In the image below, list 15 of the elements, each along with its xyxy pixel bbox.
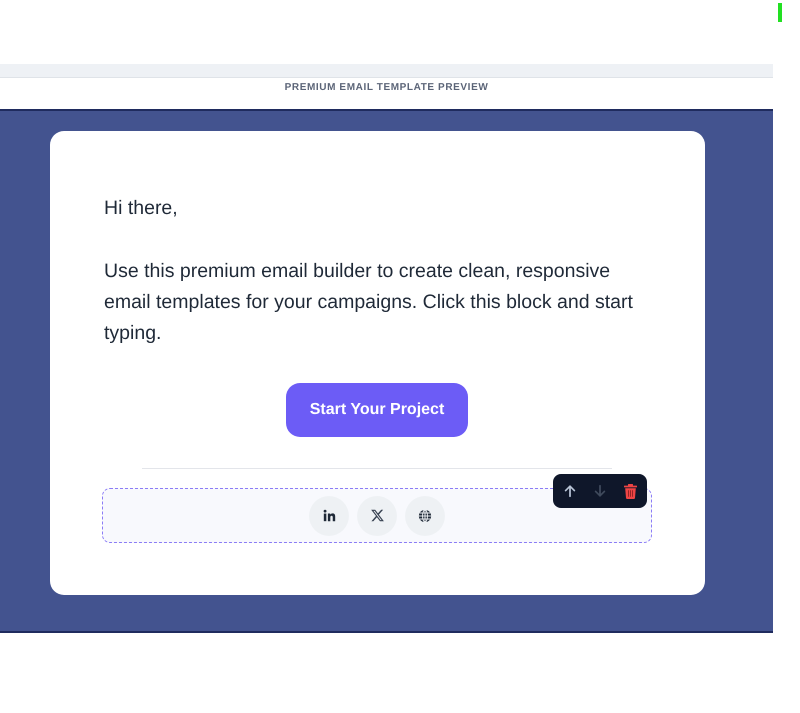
status-indicator bbox=[778, 3, 782, 22]
trash-icon bbox=[624, 484, 636, 498]
start-project-button[interactable]: Start Your Project bbox=[286, 383, 468, 437]
social-link[interactable] bbox=[357, 496, 397, 536]
globe-icon bbox=[418, 508, 432, 522]
arrow-up-icon bbox=[563, 484, 577, 498]
arrow-down-icon bbox=[593, 484, 607, 498]
greeting-text: Hi there, bbox=[103, 196, 179, 221]
social-link[interactable] bbox=[309, 496, 349, 536]
x-logo-icon bbox=[370, 509, 384, 522]
social-link[interactable] bbox=[405, 496, 445, 536]
body-paragraph: Use this premium email builder to create clean, responsive email templates for your campaigns. Click this block and start typing. bbox=[103, 259, 634, 346]
selected-social-block[interactable] bbox=[102, 488, 652, 543]
linkedin-icon bbox=[322, 509, 336, 522]
preview-caption: PREMIUM EMAIL TEMPLATE PREVIEW bbox=[284, 82, 488, 94]
